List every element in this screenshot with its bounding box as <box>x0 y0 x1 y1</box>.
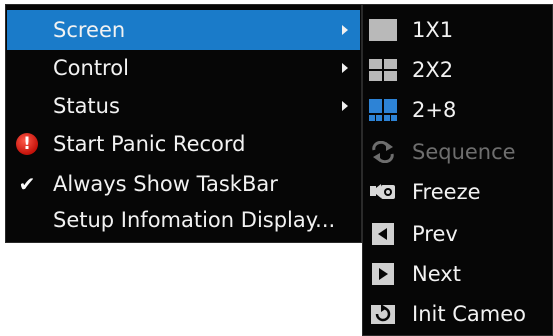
submenu-item-2x2-label: 2X2 <box>412 58 454 82</box>
submenu-arrow-icon <box>342 63 348 73</box>
submenu-item-next[interactable]: Next <box>364 254 551 294</box>
submenu-item-2plus8-label: 2+8 <box>412 98 457 122</box>
single-view-icon <box>368 15 398 45</box>
submenu-item-2x2[interactable]: 2X2 <box>364 50 551 90</box>
menu-item-control[interactable]: Control <box>7 48 360 88</box>
submenu-item-next-label: Next <box>412 262 461 286</box>
init-cameo-icon <box>368 299 398 329</box>
prev-icon <box>368 219 398 249</box>
menu-item-screen[interactable]: Screen <box>7 10 360 50</box>
menu-item-screen-label: Screen <box>53 18 126 42</box>
submenu-arrow-icon <box>342 101 348 111</box>
menu-item-status[interactable]: Status <box>7 86 360 126</box>
submenu-item-sequence-label: Sequence <box>412 140 516 164</box>
split-2plus8-view-icon <box>368 95 398 125</box>
submenu-item-2plus8[interactable]: 2+8 <box>364 90 551 130</box>
sequence-icon <box>368 137 398 167</box>
panic-alert-icon: ! <box>15 132 39 156</box>
menu-item-always-show-taskbar-label: Always Show TaskBar <box>53 172 278 196</box>
menu-item-start-panic-record[interactable]: ! Start Panic Record <box>7 124 360 164</box>
submenu-arrow-icon <box>342 25 348 35</box>
screen-submenu: 1X1 2X2 2+8 Sequence Freeze Prev Next In… <box>362 4 553 336</box>
submenu-item-prev-label: Prev <box>412 222 458 246</box>
context-menu: Screen Control Status ! Start Panic Reco… <box>5 4 362 243</box>
submenu-item-1x1-label: 1X1 <box>412 18 454 42</box>
submenu-item-freeze[interactable]: Freeze <box>364 172 551 212</box>
menu-item-setup-information-display[interactable]: Setup Infomation Display... <box>7 200 360 240</box>
submenu-item-1x1[interactable]: 1X1 <box>364 10 551 50</box>
menu-item-status-label: Status <box>53 94 120 118</box>
menu-item-start-panic-record-label: Start Panic Record <box>53 132 246 156</box>
submenu-item-sequence[interactable]: Sequence <box>364 132 551 172</box>
menu-item-control-label: Control <box>53 56 129 80</box>
freeze-camera-icon <box>368 177 398 207</box>
next-icon <box>368 259 398 289</box>
submenu-item-init-cameo-label: Init Cameo <box>412 302 527 326</box>
menu-item-setup-information-display-label: Setup Infomation Display... <box>53 208 336 232</box>
menu-item-always-show-taskbar[interactable]: ✔ Always Show TaskBar <box>7 164 360 204</box>
submenu-item-freeze-label: Freeze <box>412 180 481 204</box>
checkmark-icon: ✔ <box>18 172 36 196</box>
quad-view-icon <box>368 55 398 85</box>
submenu-item-init-cameo[interactable]: Init Cameo <box>364 294 551 334</box>
submenu-item-prev[interactable]: Prev <box>364 214 551 254</box>
